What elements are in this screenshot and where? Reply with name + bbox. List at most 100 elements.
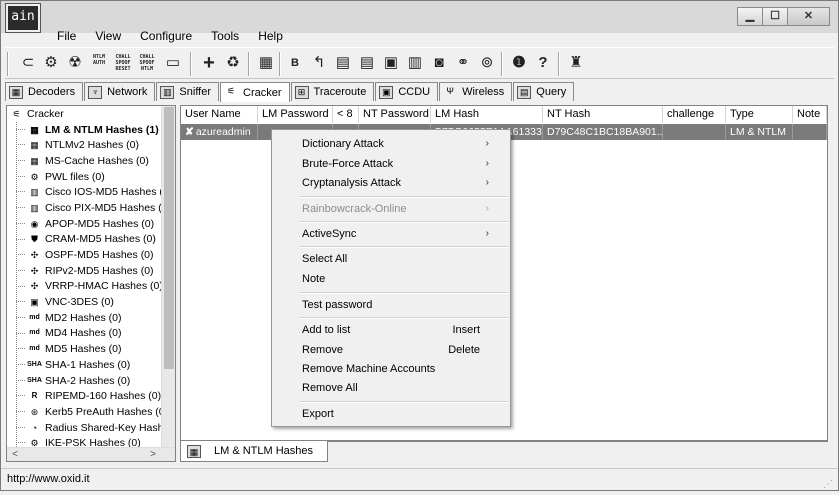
tree-label: PWL files (0) bbox=[45, 170, 105, 183]
cracker-tree[interactable]: ⚟ Cracker ▦ LM & NTLM Hashes (1) ▦ NTLMv2 H… bbox=[6, 105, 176, 462]
app-logo-icon[interactable]: ain bbox=[5, 3, 41, 33]
chall-spoof-ntlm-icon[interactable]: CHALL SPOOF NTLM bbox=[137, 52, 157, 74]
exit-icon[interactable]: ♜ bbox=[566, 52, 586, 74]
tree-item-cram[interactable]: ⛊ CRAM-MD5 Hashes (0) bbox=[7, 232, 163, 248]
tab-wireless[interactable]: Ψ Wireless bbox=[439, 82, 513, 101]
tree-item-vnc[interactable]: ▣ VNC-3DES (0) bbox=[7, 294, 163, 310]
toolbar-separator bbox=[7, 52, 9, 76]
tree-item-md2[interactable]: md MD2 Hashes (0) bbox=[7, 310, 163, 326]
tree-item-ripemd[interactable]: R RIPEMD-160 Hashes (0) bbox=[7, 388, 163, 404]
ntlm-auth-icon[interactable]: NTLM AUTH bbox=[89, 52, 109, 74]
tab-decoders[interactable]: ▦ Decoders bbox=[5, 82, 84, 101]
lsa-secrets-icon[interactable]: ↰ bbox=[309, 52, 329, 74]
menu-item-add-to-list[interactable]: Add to list Insert bbox=[302, 320, 502, 340]
menu-help[interactable]: Help bbox=[248, 28, 292, 46]
menu-file[interactable]: File bbox=[47, 28, 85, 46]
scrollbar-thumb[interactable] bbox=[164, 107, 174, 369]
terminal-icon[interactable]: ▭ bbox=[163, 52, 183, 74]
tree-item-md4[interactable]: md MD4 Hashes (0) bbox=[7, 326, 163, 342]
open-icon[interactable]: ⊂ bbox=[18, 52, 38, 74]
tree-item-sha1[interactable]: SHA SHA-1 Hashes (0) bbox=[7, 357, 163, 373]
column-nt-password[interactable]: NT Password bbox=[359, 106, 431, 123]
tree-item-ike-psk[interactable]: ⚙ IKE-PSK Hashes (0) bbox=[7, 435, 163, 447]
protected-storage-icon[interactable]: ◙ bbox=[429, 52, 449, 74]
tree-item-ntlmv2[interactable]: ▦ NTLMv2 Hashes (0) bbox=[7, 137, 163, 153]
credentials-icon[interactable]: ⊚ bbox=[477, 52, 497, 74]
chall-spoof-reset-icon[interactable]: CHALL SPOOF RESET bbox=[113, 52, 133, 74]
tree-item-ripv2[interactable]: ✣ RIPv2-MD5 Hashes (0) bbox=[7, 263, 163, 279]
dialup-passwords-icon[interactable]: ▤ bbox=[357, 52, 377, 74]
tree-item-cisco-ios[interactable]: ▥ Cisco IOS-MD5 Hashes ( bbox=[7, 184, 163, 200]
tree-vertical-scrollbar[interactable] bbox=[161, 106, 175, 447]
base64-icon[interactable]: B bbox=[285, 52, 305, 74]
menu-item-remove-machine-accounts[interactable]: Remove Machine Accounts bbox=[302, 359, 502, 379]
tree-item-cisco-pix[interactable]: ▥ Cisco PIX-MD5 Hashes ( bbox=[7, 200, 163, 216]
tree-item-radius[interactable]: ◔ Radius Shared-Key Hash bbox=[7, 420, 163, 436]
column-user-name[interactable]: User Name bbox=[181, 106, 258, 123]
tab-traceroute[interactable]: ⊞ Traceroute bbox=[290, 82, 375, 101]
tab-lm-ntlm-hashes[interactable]: ▦ LM & NTLM Hashes bbox=[180, 441, 328, 462]
add-icon[interactable]: + bbox=[199, 52, 219, 74]
decode-icon[interactable]: ▦ bbox=[256, 52, 276, 74]
column-lt8[interactable]: < 8 bbox=[333, 106, 359, 123]
scroll-left-icon[interactable]: < bbox=[9, 448, 21, 461]
maximize-button[interactable]: ☐ bbox=[762, 7, 788, 26]
tree-item-sha2[interactable]: SHA SHA-2 Hashes (0) bbox=[7, 373, 163, 389]
menu-view[interactable]: View bbox=[85, 28, 130, 46]
menu-tools[interactable]: Tools bbox=[201, 28, 248, 46]
tab-network[interactable]: ♆ Network bbox=[84, 82, 156, 101]
tree-horizontal-scrollbar[interactable]: < > bbox=[7, 447, 175, 461]
minimize-button[interactable]: ▁ bbox=[737, 7, 763, 26]
menu-item-label: Export bbox=[302, 408, 334, 420]
scroll-right-icon[interactable]: > bbox=[147, 448, 159, 461]
tab-label: Cracker bbox=[243, 86, 282, 99]
tab-query[interactable]: ▤ Query bbox=[513, 82, 575, 101]
menu-item-cryptanalysis-attack[interactable]: Cryptanalysis Attack › bbox=[302, 173, 502, 193]
help-icon[interactable]: ? bbox=[533, 52, 553, 74]
menu-item-activesync[interactable]: ActiveSync › bbox=[302, 224, 502, 244]
menu-item-select-all[interactable]: Select All bbox=[302, 249, 502, 269]
menu-item-note[interactable]: Note bbox=[302, 269, 502, 289]
menu-item-remove[interactable]: Remove Delete bbox=[302, 340, 502, 360]
column-challenge[interactable]: challenge bbox=[663, 106, 726, 123]
box-revealer-icon[interactable]: ▥ bbox=[405, 52, 425, 74]
toolbar-separator bbox=[190, 52, 192, 76]
lm-ntlm-icon: ▦ bbox=[187, 444, 201, 458]
sniffer-start-icon[interactable]: ⚙ bbox=[41, 52, 61, 74]
column-lm-hash[interactable]: LM Hash bbox=[431, 106, 543, 123]
tree-item-ms-cache[interactable]: ▦ MS-Cache Hashes (0) bbox=[7, 153, 163, 169]
column-note[interactable]: Note bbox=[793, 106, 827, 123]
tree-items: ⚟ Cracker ▦ LM & NTLM Hashes (1) ▦ NTLMv2 H… bbox=[7, 106, 163, 447]
tree-item-kerb5[interactable]: ⊛ Kerb5 PreAuth Hashes (0 bbox=[7, 404, 163, 420]
tree-item-apop[interactable]: ◉ APOP-MD5 Hashes (0) bbox=[7, 216, 163, 232]
tree-item-pwl[interactable]: ⚙ PWL files (0) bbox=[7, 169, 163, 185]
menu-item-test-password[interactable]: Test password bbox=[302, 295, 502, 315]
submenu-arrow-icon: › bbox=[485, 177, 489, 188]
wireless-passwords-icon[interactable]: ▤ bbox=[333, 52, 353, 74]
cell-user-name: ✘ azureadmin bbox=[181, 124, 258, 140]
apr-icon[interactable]: ☢ bbox=[65, 52, 85, 74]
hash-calculator-icon[interactable]: ▣ bbox=[381, 52, 401, 74]
menu-item-brute-force-attack[interactable]: Brute-Force Attack › bbox=[302, 154, 502, 174]
tab-sniffer[interactable]: ▥ Sniffer bbox=[156, 82, 220, 101]
menu-item-dictionary-attack[interactable]: Dictionary Attack › bbox=[302, 134, 502, 154]
close-button[interactable]: ✕ bbox=[787, 7, 830, 26]
tree-item-ospf[interactable]: ✣ OSPF-MD5 Hashes (0) bbox=[7, 247, 163, 263]
tab-cracker[interactable]: ⚟ Cracker bbox=[220, 82, 290, 102]
tree-item-lm-ntlm[interactable]: ▦ LM & NTLM Hashes (1) bbox=[7, 122, 163, 138]
menu-configure[interactable]: Configure bbox=[130, 28, 201, 46]
remove-icon[interactable]: ♻ bbox=[223, 52, 243, 74]
menu-item-label: Note bbox=[302, 273, 326, 285]
menu-item-remove-all[interactable]: Remove All bbox=[302, 378, 502, 398]
network-shares-icon[interactable]: ⚭ bbox=[453, 52, 473, 74]
tree-root-cracker[interactable]: ⚟ Cracker bbox=[7, 106, 163, 122]
info-icon[interactable]: ❶ bbox=[509, 52, 529, 74]
menu-item-export[interactable]: Export bbox=[302, 404, 502, 424]
column-type[interactable]: Type bbox=[726, 106, 793, 123]
resize-grip-icon[interactable]: ⋰ bbox=[823, 475, 835, 490]
tree-item-vrrp[interactable]: ✣ VRRP-HMAC Hashes (0) bbox=[7, 279, 163, 295]
tab-ccdu[interactable]: ▣ CCDU bbox=[375, 82, 439, 101]
tree-item-md5[interactable]: md MD5 Hashes (0) bbox=[7, 341, 163, 357]
column-nt-hash[interactable]: NT Hash bbox=[543, 106, 663, 123]
column-lm-password[interactable]: LM Password bbox=[258, 106, 333, 123]
